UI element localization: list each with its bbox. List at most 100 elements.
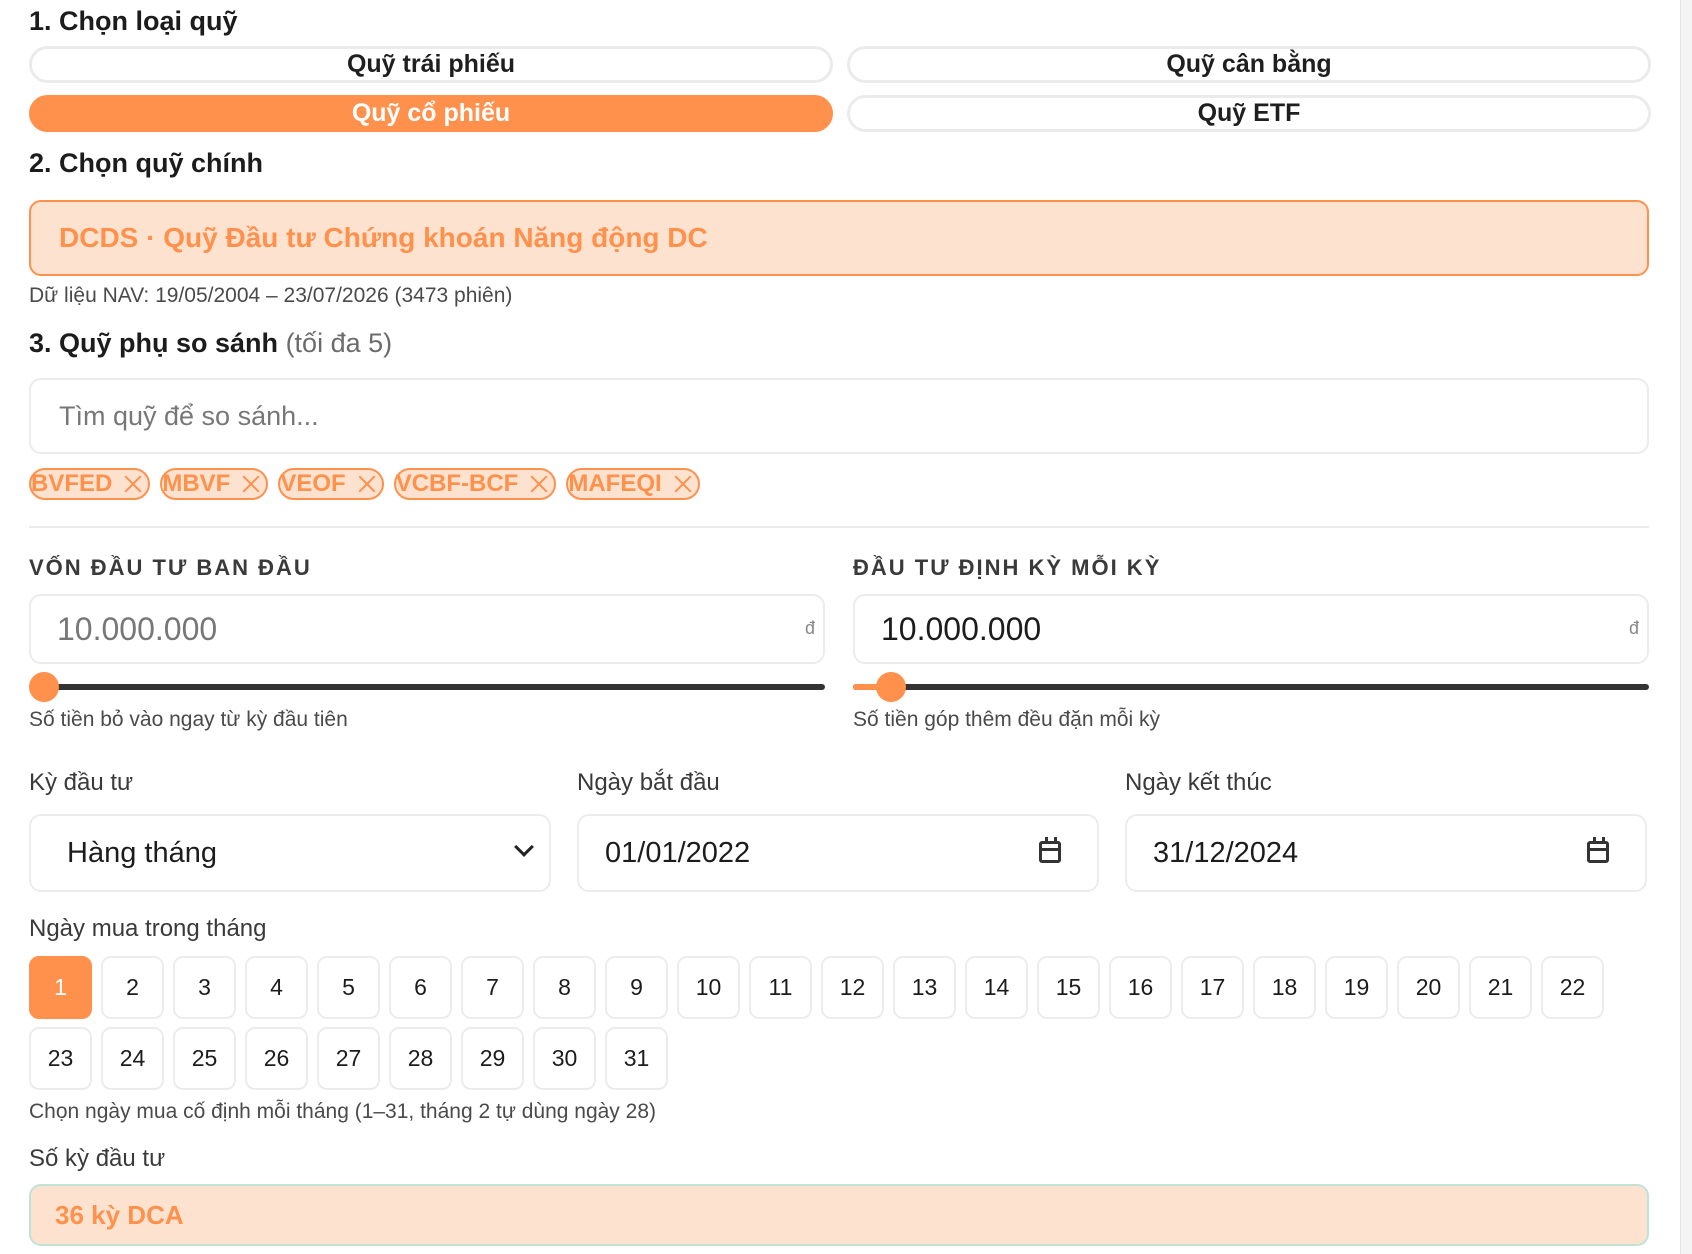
main-fund-selector[interactable]: DCDS · Quỹ Đầu tư Chứng khoán Năng động … <box>29 200 1649 276</box>
buy-day-button[interactable]: 10 <box>677 956 740 1019</box>
section-main-fund-title: 2. Chọn quỹ chính <box>29 148 263 178</box>
end-date-input[interactable]: 31/12/2024 <box>1125 814 1647 892</box>
initial-capital-group: VỐN ĐẦU TƯ BAN ĐẦU 10.000.000 đ Số tiền … <box>29 554 825 734</box>
start-date-label: Ngày bắt đầu <box>577 769 720 796</box>
buy-day-button[interactable]: 21 <box>1469 956 1532 1019</box>
remove-chip-icon[interactable] <box>240 473 262 495</box>
buy-day-button[interactable]: 14 <box>965 956 1028 1019</box>
buy-day-button[interactable]: 16 <box>1109 956 1172 1019</box>
chevron-down-icon <box>514 837 534 857</box>
buy-day-button[interactable]: 4 <box>245 956 308 1019</box>
end-date-group: Ngày kết thúc 31/12/2024 <box>1125 768 1647 892</box>
start-date-input[interactable]: 01/01/2022 <box>577 814 1099 892</box>
calendar-icon[interactable] <box>1039 837 1061 863</box>
section-compare-title: 3. Quỹ phụ so sánh (tối đa 5) <box>29 326 1649 360</box>
fund-type-etf-button[interactable]: Quỹ ETF <box>847 95 1651 132</box>
money-inputs-row: VỐN ĐẦU TƯ BAN ĐẦU 10.000.000 đ Số tiền … <box>29 554 1649 734</box>
section-fund-type-title: 1. Chọn loại quỹ <box>29 6 238 36</box>
compare-chip-label: MAFEQI <box>568 470 662 497</box>
compare-chip-label: VEOF <box>280 470 346 497</box>
remove-chip-icon[interactable] <box>356 473 378 495</box>
compare-chip: VCBF-BCF <box>393 468 557 500</box>
initial-capital-hint: Số tiền bỏ vào ngay từ kỳ đầu tiên <box>29 708 348 731</box>
initial-capital-placeholder: 10.000.000 <box>57 610 218 647</box>
compare-chip: VEOF <box>278 468 384 500</box>
buy-day-button[interactable]: 9 <box>605 956 668 1019</box>
remove-chip-icon[interactable] <box>672 473 694 495</box>
period-label: Kỳ đầu tư <box>29 769 134 796</box>
periodic-investment-group: ĐẦU TƯ ĐỊNH KỲ MỖI KỲ 10.000.000 đ Số ti… <box>853 554 1649 734</box>
periodic-investment-input[interactable]: 10.000.000 đ <box>853 594 1649 664</box>
slider-track <box>29 684 825 690</box>
period-select[interactable]: Hàng tháng <box>29 814 551 892</box>
buy-day-button[interactable]: 5 <box>317 956 380 1019</box>
currency-unit: đ <box>1628 618 1639 638</box>
buy-day-button[interactable]: 3 <box>173 956 236 1019</box>
buy-day-button[interactable]: 25 <box>173 1027 236 1090</box>
schedule-row: Kỳ đầu tư Hàng tháng Ngày bắt đầu 01/01/… <box>29 768 1649 892</box>
slider-thumb[interactable] <box>29 672 59 702</box>
periods-count-value: 36 kỳ DCA <box>29 1184 1649 1246</box>
section-compare-title-text: 3. Quỹ phụ so sánh <box>29 328 279 358</box>
buy-day-button[interactable]: 8 <box>533 956 596 1019</box>
fund-type-group: Quỹ trái phiếu Quỹ cân bằng Quỹ cổ phiếu… <box>29 46 1651 132</box>
periodic-investment-label: ĐẦU TƯ ĐỊNH KỲ MỖI KỲ <box>853 555 1162 580</box>
compare-chip-label: MBVF <box>162 470 231 497</box>
buy-day-button[interactable]: 15 <box>1037 956 1100 1019</box>
initial-capital-input[interactable]: 10.000.000 đ <box>29 594 825 664</box>
compare-chip: MAFEQI <box>566 468 700 500</box>
buy-day-button[interactable]: 24 <box>101 1027 164 1090</box>
start-date-group: Ngày bắt đầu 01/01/2022 <box>577 768 1099 892</box>
buy-day-grid: 1 2 3 4 5 6 7 8 9 10 11 12 13 14 15 16 17 18 19 20 21 22 23 24 2… <box>29 956 1649 1090</box>
page-scrollbar[interactable] <box>1680 0 1692 1254</box>
compare-search-input[interactable] <box>59 400 1647 432</box>
section-divider <box>29 526 1649 528</box>
period-group: Kỳ đầu tư Hàng tháng <box>29 768 551 892</box>
buy-day-button[interactable]: 2 <box>101 956 164 1019</box>
compare-chip-label: BVFED <box>31 470 113 497</box>
remove-chip-icon[interactable] <box>528 473 550 495</box>
remove-chip-icon[interactable] <box>122 473 144 495</box>
compare-chip: MBVF <box>160 468 269 500</box>
buy-day-button[interactable]: 6 <box>389 956 452 1019</box>
buy-day-hint: Chọn ngày mua cố định mỗi tháng (1–31, t… <box>29 1100 656 1123</box>
slider-track <box>853 684 1649 690</box>
end-date-value: 31/12/2024 <box>1153 836 1299 869</box>
periods-count-label: Số kỳ đầu tư <box>29 1145 166 1172</box>
buy-day-button[interactable]: 28 <box>389 1027 452 1090</box>
currency-unit: đ <box>804 618 815 638</box>
start-date-value: 01/01/2022 <box>605 836 751 869</box>
slider-thumb[interactable] <box>875 672 906 702</box>
buy-day-button[interactable]: 22 <box>1541 956 1604 1019</box>
buy-day-button[interactable]: 27 <box>317 1027 380 1090</box>
calendar-icon[interactable] <box>1587 837 1609 863</box>
buy-day-button[interactable]: 30 <box>533 1027 596 1090</box>
compare-chip-list: BVFED MBVF VEOF VCBF-BCF MAFEQI <box>29 468 1649 500</box>
buy-day-button[interactable]: 23 <box>29 1027 92 1090</box>
buy-day-button[interactable]: 31 <box>605 1027 668 1090</box>
buy-day-button[interactable]: 19 <box>1325 956 1388 1019</box>
compare-search-box[interactable] <box>29 378 1649 454</box>
buy-day-button[interactable]: 17 <box>1181 956 1244 1019</box>
buy-day-button[interactable]: 1 <box>29 956 92 1019</box>
compare-chip-label: VCBF-BCF <box>395 470 519 497</box>
fund-type-equity-button[interactable]: Quỹ cổ phiếu <box>29 95 833 132</box>
buy-day-button[interactable]: 11 <box>749 956 812 1019</box>
compare-chip: BVFED <box>29 468 151 500</box>
periodic-investment-slider[interactable] <box>853 672 1649 702</box>
buy-day-button[interactable]: 20 <box>1397 956 1460 1019</box>
buy-day-button[interactable]: 12 <box>821 956 884 1019</box>
buy-day-button[interactable]: 26 <box>245 1027 308 1090</box>
buy-day-button[interactable]: 29 <box>461 1027 524 1090</box>
buy-day-label: Ngày mua trong tháng <box>29 915 267 942</box>
buy-day-button[interactable]: 18 <box>1253 956 1316 1019</box>
periodic-investment-value: 10.000.000 <box>881 610 1042 647</box>
end-date-label: Ngày kết thúc <box>1125 769 1272 796</box>
fund-type-bond-button[interactable]: Quỹ trái phiếu <box>29 46 833 83</box>
initial-capital-slider[interactable] <box>29 672 825 702</box>
section-compare-limit-note: (tối đa 5) <box>285 328 393 358</box>
initial-capital-label: VỐN ĐẦU TƯ BAN ĐẦU <box>29 555 312 580</box>
fund-type-balanced-button[interactable]: Quỹ cân bằng <box>847 46 1651 83</box>
buy-day-button[interactable]: 13 <box>893 956 956 1019</box>
buy-day-button[interactable]: 7 <box>461 956 524 1019</box>
